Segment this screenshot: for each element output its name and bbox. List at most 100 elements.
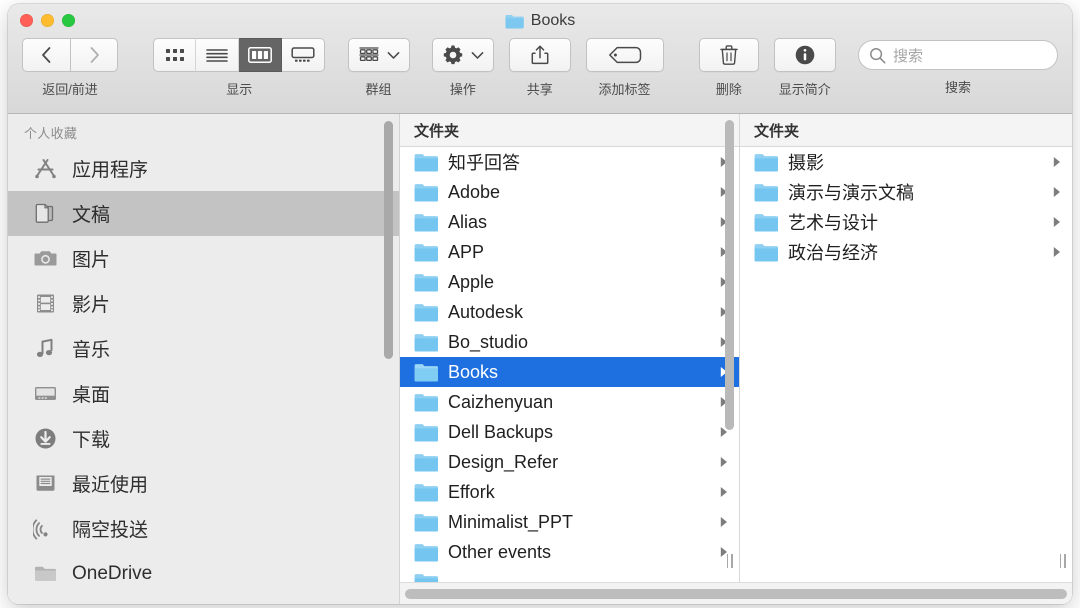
list-item[interactable]: Apple (400, 267, 739, 297)
folder-icon (414, 483, 438, 501)
list-item[interactable]: Design_Refer (400, 447, 739, 477)
folder-icon (414, 393, 438, 411)
delete-caption: 删除 (715, 82, 742, 97)
list-item-label: Effork (448, 481, 495, 502)
list-item[interactable]: Autodesk (400, 297, 739, 327)
nav-group: 返回/前进 (22, 38, 118, 98)
column-2-resize-handle[interactable] (1057, 554, 1068, 568)
delete-button[interactable] (698, 38, 759, 72)
list-item[interactable]: Dell Backups (400, 417, 739, 447)
chevron-right-icon (1053, 247, 1060, 257)
sidebar-item-label: 图片 (72, 250, 111, 271)
column-1-scrollbar[interactable] (725, 120, 734, 430)
back-button[interactable] (22, 38, 70, 72)
list-item[interactable]: 政治与经济 (740, 237, 1072, 267)
airdrop-icon (32, 516, 58, 542)
pictures-camera-icon (32, 246, 58, 272)
chevron-down-icon (387, 51, 399, 59)
folder-icon (414, 213, 438, 231)
search-field[interactable]: 搜索 (857, 40, 1058, 70)
sidebar-item-applications[interactable]: 应用程序 (8, 146, 399, 191)
list-item-label: Adobe (448, 181, 501, 202)
horizontal-scrollbar-thumb[interactable] (405, 588, 1067, 599)
forward-button[interactable] (70, 38, 118, 72)
list-item-label: Bo_studio (448, 331, 529, 352)
chevron-right-icon (720, 487, 727, 497)
list-item-label: Autodesk (448, 301, 524, 322)
list-item-label: Minimalist_PPT (448, 511, 574, 532)
list-item[interactable]: Minimalist_PPT (400, 507, 739, 537)
folder-icon (414, 453, 438, 471)
tag-icon (608, 46, 641, 64)
recents-tray-icon (32, 471, 58, 497)
downloads-arrow-icon (32, 426, 58, 452)
chevron-left-icon (42, 47, 51, 63)
sidebar-item-pictures[interactable]: 图片 (8, 236, 399, 281)
list-item-label: 演示与演示文稿 (788, 183, 914, 203)
list-item[interactable]: 摄影 (740, 147, 1072, 177)
sidebar-item-recents[interactable]: 最近使用 (8, 461, 399, 506)
folder-icon (414, 543, 438, 561)
list-item[interactable]: Effork (400, 477, 739, 507)
tag-button[interactable] (585, 38, 664, 72)
folder-icon (414, 153, 438, 171)
column-browser: 文件夹 知乎回答 Adobe Alias APP Apple Autodesk … (400, 114, 1072, 604)
toolbar: 返回/前进 显示 群组 操作 共享 添加标签 删除 显示简介 搜索 搜索 (8, 38, 1072, 110)
sidebar-item-onedrive[interactable]: OneDrive (8, 551, 399, 596)
sidebar-item-desktop[interactable]: 桌面 (8, 371, 399, 416)
titlebar: Books 返回/前进 显示 群组 操作 共享 添加标签 删除 显示简介 搜索 … (8, 4, 1072, 114)
list-item-label: 摄影 (788, 153, 824, 173)
sidebar-item-documents[interactable]: 文稿 (8, 191, 399, 236)
list-item-label: 艺术与设计 (788, 213, 878, 233)
sidebar-item-music[interactable]: 音乐 (8, 326, 399, 371)
folder-icon (414, 243, 438, 261)
sidebar: 个人收藏 应用程序 文稿 图片 影片 音乐 桌面 下载 最近使用 隔空投送 On… (8, 114, 400, 604)
sidebar-item-label: 文稿 (72, 205, 111, 226)
grid-icon (165, 49, 184, 61)
icon-view-button[interactable] (153, 38, 197, 72)
horizontal-scrollbar-track[interactable] (400, 582, 1072, 604)
view-group: 显示 (153, 38, 326, 98)
column-2-list[interactable]: 摄影 演示与演示文稿 艺术与设计 政治与经济 (740, 147, 1072, 582)
list-item[interactable]: 知乎回答 (400, 147, 739, 177)
list-item[interactable]: Caizhenyuan (400, 387, 739, 417)
list-item[interactable]: Adobe (400, 177, 739, 207)
column-1-list[interactable]: 知乎回答 Adobe Alias APP Apple Autodesk Bo_s… (400, 147, 739, 582)
list-item[interactable]: 艺术与设计 (740, 207, 1072, 237)
share-button[interactable] (508, 38, 571, 72)
search-group: 搜索 搜索 (857, 38, 1058, 96)
list-item-label: Books (448, 361, 499, 382)
share-group: 共享 (508, 38, 571, 98)
group-button[interactable] (347, 38, 410, 72)
gear-icon (443, 45, 463, 65)
list-item[interactable]: Bo_studio (400, 327, 739, 357)
list-item[interactable]: Other events (400, 537, 739, 567)
info-caption: 显示简介 (778, 82, 831, 97)
list-item-label: Alias (448, 211, 488, 232)
sidebar-item-airdrop[interactable]: 隔空投送 (8, 506, 399, 551)
folder-icon (754, 243, 778, 261)
list-view-button[interactable] (196, 38, 240, 72)
column-1-resize-handle[interactable] (724, 554, 735, 568)
action-button[interactable] (431, 38, 494, 72)
list-item-label: Caizhenyuan (448, 391, 554, 412)
gallery-view-button[interactable] (282, 38, 326, 72)
sidebar-item-downloads[interactable]: 下载 (8, 416, 399, 461)
list-item[interactable]: 演示与演示文稿 (740, 177, 1072, 207)
search-caption: 搜索 (944, 80, 971, 95)
list-item[interactable]: Alias (400, 207, 739, 237)
info-button[interactable] (773, 38, 836, 72)
search-placeholder: 搜索 (892, 47, 923, 65)
folder-icon (414, 423, 438, 441)
folder-icon (414, 513, 438, 531)
view-caption: 显示 (226, 82, 253, 97)
chevron-right-icon (720, 517, 727, 527)
sidebar-item-label: 隔空投送 (72, 520, 149, 541)
sidebar-item-movies[interactable]: 影片 (8, 281, 399, 326)
list-item-selected[interactable]: Books (400, 357, 739, 387)
list-item[interactable]: APP (400, 237, 739, 267)
list-item-partial[interactable] (400, 567, 739, 582)
sidebar-scrollbar[interactable] (384, 121, 393, 359)
column-view-button[interactable] (239, 38, 283, 72)
tag-caption: 添加标签 (598, 82, 651, 97)
